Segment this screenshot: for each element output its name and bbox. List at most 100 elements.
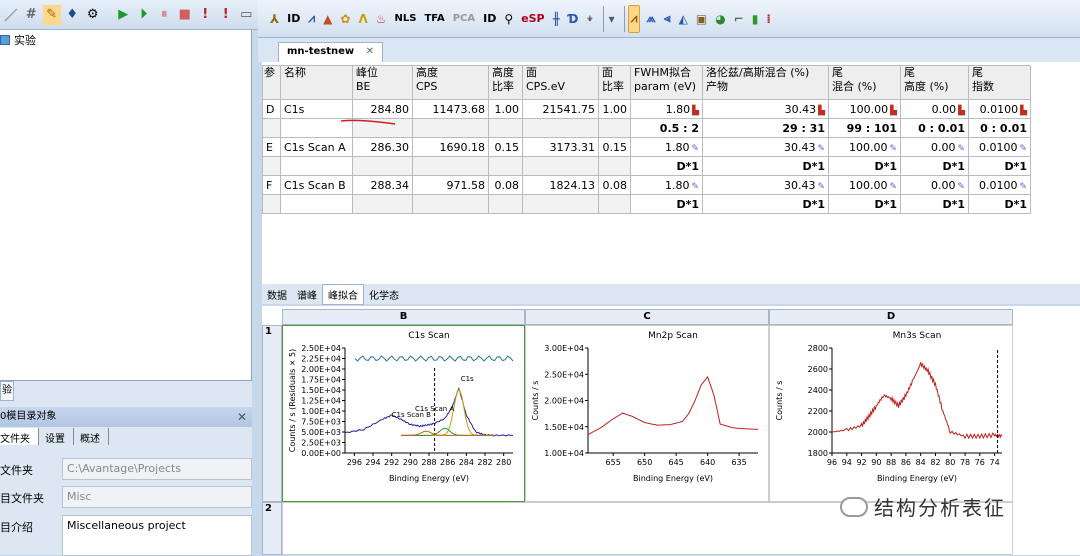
- constraint-cell[interactable]: 0.5 : 2: [630, 118, 703, 138]
- constraint-cell[interactable]: D*1: [828, 156, 901, 176]
- link-icon[interactable]: ✎: [1019, 182, 1027, 192]
- be-cell[interactable]: 286.30: [352, 137, 413, 157]
- constraint-icon[interactable]: ▙: [958, 106, 965, 116]
- bars-icon[interactable]: ╫: [551, 5, 562, 33]
- hratio-cell[interactable]: 0.15: [488, 137, 523, 157]
- subtab-overview[interactable]: 概述: [80, 428, 109, 445]
- grid-col-header[interactable]: B: [282, 309, 525, 325]
- constraint-cell[interactable]: 0 : 0.01: [968, 118, 1031, 138]
- area-cell[interactable]: 1824.13: [522, 175, 599, 195]
- col-header[interactable]: 名称: [280, 65, 353, 100]
- constraint-cell[interactable]: D*1: [900, 194, 969, 214]
- link-icon[interactable]: ✎: [1019, 144, 1027, 154]
- col-header[interactable]: 面 CPS.eV: [522, 65, 599, 100]
- tmix-cell[interactable]: 100.00 ▙: [828, 99, 901, 119]
- ref-cell[interactable]: D: [262, 99, 281, 119]
- lg-cell[interactable]: 30.43 ✎: [702, 175, 829, 195]
- table-row[interactable]: D*1 D*1 D*1 D*1 D*1: [262, 156, 1031, 176]
- edit-icon[interactable]: ✎: [43, 4, 61, 25]
- bar-chart-icon[interactable]: ▮: [750, 5, 761, 33]
- alert-icon[interactable]: !: [197, 5, 215, 25]
- fwhm-cell[interactable]: 1.80 ▙: [630, 99, 703, 119]
- link-icon[interactable]: ✎: [889, 182, 897, 192]
- hratio-cell[interactable]: 1.00: [488, 99, 523, 119]
- step-icon[interactable]: ⏵: [135, 5, 153, 25]
- height-cell[interactable]: 11473.68: [412, 99, 489, 119]
- peak-icon[interactable]: ⩘: [306, 5, 317, 33]
- name-cell[interactable]: C1s Scan A: [280, 137, 353, 157]
- grid-row-header[interactable]: 1: [262, 325, 282, 502]
- fwhm-cell[interactable]: 1.80 ✎: [630, 137, 703, 157]
- col-header[interactable]: 尾指数: [968, 65, 1031, 100]
- texp-cell[interactable]: 0.0100 ✎: [968, 137, 1031, 157]
- tab-peaks[interactable]: 谱峰: [292, 285, 322, 304]
- table-row[interactable]: D C1s 284.80 11473.68 1.00 21541.75 1.00…: [262, 99, 1031, 119]
- mn2p-chart[interactable]: Mn2p Scan 1.00E+04 1.50E+04 2.00E+04 2.50E+0…: [526, 326, 768, 501]
- aratio-cell[interactable]: 1.00: [598, 99, 631, 119]
- fwhm-cell[interactable]: 1.80 ✎: [630, 175, 703, 195]
- pie-icon[interactable]: ◕: [713, 5, 727, 33]
- tree-item-experiment[interactable]: 实验: [0, 32, 36, 48]
- flask-icon[interactable]: ♨: [374, 5, 389, 33]
- hratio-cell[interactable]: 0.08: [488, 175, 523, 195]
- theight-cell[interactable]: 0.00 ✎: [900, 175, 969, 195]
- folder-path-field[interactable]: C:\Avantage\Projects: [62, 458, 252, 480]
- overlay-icon[interactable]: ⩕: [644, 5, 657, 33]
- tab-peak-fit[interactable]: 峰拟合: [322, 283, 364, 305]
- spectrum-icon[interactable]: ᐱ: [356, 5, 369, 33]
- link-icon[interactable]: ✎: [691, 182, 699, 192]
- peak-id-icon[interactable]: ID: [285, 5, 302, 33]
- table-row[interactable]: E C1s Scan A 286.30 1690.18 0.15 3173.31…: [262, 137, 1031, 157]
- tmix-cell[interactable]: 100.00 ✎: [828, 137, 901, 157]
- mn3s-chart[interactable]: Mn3s Scan 1800 2000 2200 2400 2600 2800 96 94 92 9…: [770, 326, 1012, 501]
- grid-icon[interactable]: #: [23, 5, 41, 25]
- height-cell[interactable]: 1690.18: [412, 137, 489, 157]
- constraint-cell[interactable]: 99 : 101: [828, 118, 901, 138]
- constraint-cell[interactable]: D*1: [630, 156, 703, 176]
- more-icon[interactable]: ⁞: [764, 5, 773, 33]
- constraint-cell[interactable]: D*1: [702, 194, 829, 214]
- subtab-settings[interactable]: 设置: [45, 428, 74, 445]
- constraint-cell[interactable]: D*1: [968, 194, 1031, 214]
- chart-cell-mn2p[interactable]: Mn2p Scan 1.00E+04 1.50E+04 2.00E+04 2.50E+0…: [525, 325, 769, 502]
- col-header[interactable]: 洛伦兹/高斯混合 (%) 产物: [702, 65, 829, 100]
- link-icon[interactable]: ✎: [817, 144, 825, 154]
- area-cell[interactable]: 3173.31: [522, 137, 599, 157]
- c1s-chart[interactable]: C1s Scan 0.00E+002.50E+03 5.00E+037.50E+03…: [283, 326, 524, 501]
- ref-cell[interactable]: F: [262, 175, 281, 195]
- lg-cell[interactable]: 30.43 ✎: [702, 137, 829, 157]
- dropdown-icon[interactable]: ▾: [607, 5, 617, 33]
- col-header[interactable]: 尾高度 (%): [900, 65, 969, 100]
- be-cell[interactable]: 284.80: [352, 99, 413, 119]
- aratio-cell[interactable]: 0.15: [598, 137, 631, 157]
- aratio-cell[interactable]: 0.08: [598, 175, 631, 195]
- area-cell[interactable]: 21541.75: [522, 99, 599, 119]
- stop-icon[interactable]: ■: [176, 5, 194, 25]
- link-icon[interactable]: ✎: [957, 182, 965, 192]
- name-cell[interactable]: C1s: [280, 99, 353, 119]
- texp-cell[interactable]: 0.0100 ✎: [968, 175, 1031, 195]
- theight-cell[interactable]: 0.00 ▙: [900, 99, 969, 119]
- col-header[interactable]: 面比率: [598, 65, 631, 100]
- window-icon[interactable]: ▭: [238, 5, 256, 25]
- constraint-icon[interactable]: ▙: [692, 106, 699, 116]
- col-header[interactable]: 尾混合 (%): [828, 65, 901, 100]
- link-icon[interactable]: ✎: [817, 182, 825, 192]
- marker-icon[interactable]: ⍖: [584, 5, 595, 33]
- constraint-cell[interactable]: 29 : 31: [702, 118, 829, 138]
- link-icon[interactable]: ✎: [889, 144, 897, 154]
- constraint-cell[interactable]: D*1: [828, 194, 901, 214]
- run-icon[interactable]: ▶: [115, 5, 133, 25]
- search-icon[interactable]: ⚲: [502, 5, 515, 33]
- col-header[interactable]: 峰位 BE: [352, 65, 413, 100]
- subtab-folder[interactable]: 文件夹: [0, 428, 39, 445]
- stack-icon[interactable]: ⪡: [662, 5, 673, 33]
- id-icon[interactable]: ID: [481, 5, 498, 33]
- constraint-cell[interactable]: D*1: [630, 194, 703, 214]
- axis-icon[interactable]: ⌐: [732, 5, 746, 33]
- col-header[interactable]: 高度 CPS: [412, 65, 489, 100]
- pencil-icon[interactable]: ／: [2, 5, 20, 25]
- constraint-cell[interactable]: D*1: [900, 156, 969, 176]
- ref-cell[interactable]: E: [262, 137, 281, 157]
- table-row[interactable]: F C1s Scan B 288.34 971.58 0.08 1824.13 …: [262, 175, 1031, 195]
